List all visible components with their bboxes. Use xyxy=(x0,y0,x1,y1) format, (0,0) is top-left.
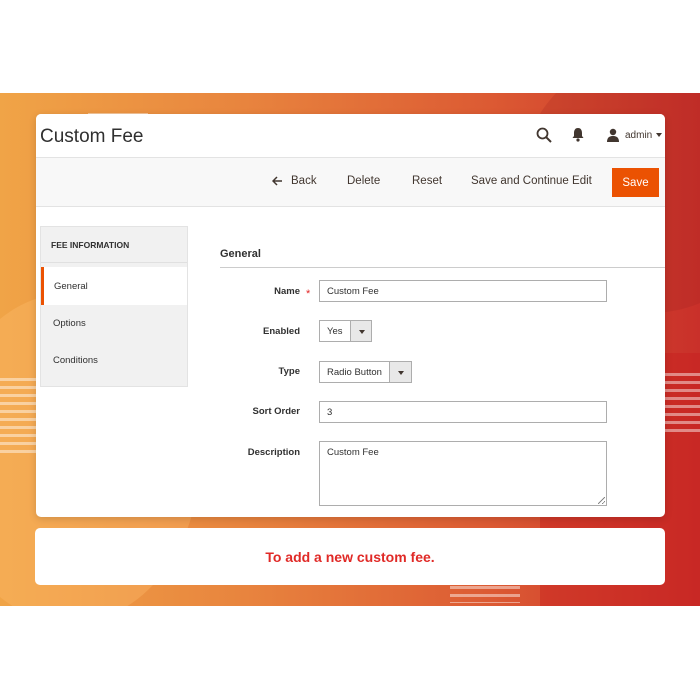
sidebar-item-general[interactable]: General xyxy=(41,267,187,305)
type-select[interactable]: Radio Button xyxy=(319,361,412,383)
caption-text: To add a new custom fee. xyxy=(265,548,435,565)
chevron-down-icon xyxy=(349,321,371,341)
side-nav-heading: FEE INFORMATION xyxy=(41,227,187,263)
enabled-select-value: Yes xyxy=(327,326,343,337)
section-title: General xyxy=(220,248,261,260)
name-field[interactable]: Custom Fee xyxy=(319,280,607,302)
save-button[interactable]: Save xyxy=(612,168,659,197)
chevron-down-icon xyxy=(389,362,411,382)
enabled-label: Enabled xyxy=(263,326,300,337)
description-value: Custom Fee xyxy=(327,447,379,458)
caption-box: To add a new custom fee. xyxy=(35,528,665,585)
resize-handle-icon[interactable] xyxy=(598,497,605,504)
user-menu[interactable]: admin xyxy=(606,126,663,144)
search-icon[interactable] xyxy=(536,127,552,143)
page-header: Custom Fee admin xyxy=(36,114,665,157)
delete-button[interactable]: Delete xyxy=(347,175,380,187)
user-icon xyxy=(607,128,619,142)
chevron-down-icon xyxy=(656,133,663,137)
back-button[interactable]: Back xyxy=(272,175,317,187)
description-label: Description xyxy=(247,447,300,458)
save-and-continue-button[interactable]: Save and Continue Edit xyxy=(471,175,592,187)
name-label: Name xyxy=(274,286,300,297)
arrow-left-icon xyxy=(272,176,282,186)
sort-order-label: Sort Order xyxy=(252,406,300,417)
page-title: Custom Fee xyxy=(40,126,144,147)
sidebar-item-conditions[interactable]: Conditions xyxy=(40,341,186,379)
bell-icon[interactable] xyxy=(571,127,585,142)
reset-button[interactable]: Reset xyxy=(412,175,442,187)
user-name: admin xyxy=(625,129,653,141)
type-select-value: Radio Button xyxy=(327,367,382,378)
description-field[interactable]: Custom Fee xyxy=(319,441,607,506)
section-divider xyxy=(220,267,665,268)
sort-order-field[interactable]: 3 xyxy=(319,401,607,423)
page-actions-bar: Back Delete Reset Save and Continue Edit… xyxy=(36,157,665,207)
admin-panel: Custom Fee admin Back Delete Reset Save … xyxy=(36,114,665,517)
back-label: Back xyxy=(291,175,317,187)
required-mark: * xyxy=(306,288,311,300)
type-label: Type xyxy=(278,366,300,377)
sidebar-item-options[interactable]: Options xyxy=(40,304,186,342)
enabled-select[interactable]: Yes xyxy=(319,320,372,342)
